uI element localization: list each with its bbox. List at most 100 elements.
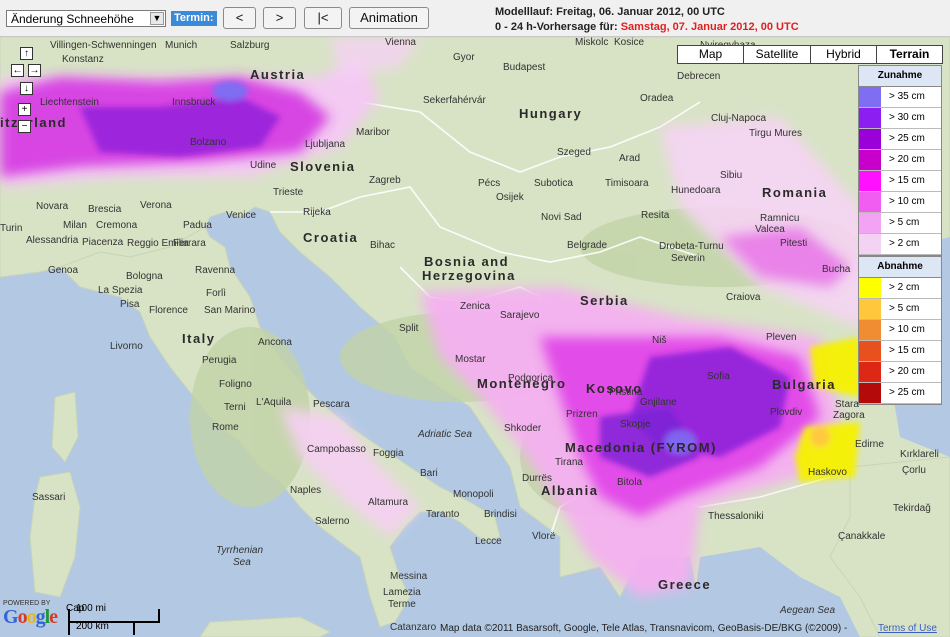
city-label: San Marino — [204, 305, 256, 316]
city-label: Forlì — [206, 288, 226, 299]
city-label: Foligno — [219, 379, 252, 390]
city-label: Belgrade — [567, 240, 608, 251]
city-label: Oradea — [640, 93, 674, 104]
city-label: Vlorë — [532, 531, 556, 542]
city-label: Catanzaro — [390, 622, 437, 633]
city-label: Cremona — [96, 220, 138, 231]
city-label: Timisoara — [605, 178, 649, 189]
map-canvas[interactable]: Austria Slovenia Croatia Hungary Romania… — [0, 37, 950, 637]
increase-label: > 20 cm — [889, 154, 925, 165]
city-label: Kosice — [614, 37, 645, 48]
city-label: Sibiu — [720, 170, 743, 181]
city-label: Thessaloniki — [708, 511, 764, 522]
increase-label: > 2 cm — [889, 238, 920, 249]
decrease-label: > 15 cm — [889, 345, 925, 356]
map-type-map[interactable]: Map — [677, 45, 744, 64]
city-label: Salerno — [315, 516, 350, 527]
city-label: Altamura — [368, 497, 409, 508]
country-label-herzegovina: Herzegovina — [422, 268, 516, 283]
city-label: Sekerfahérvár — [423, 95, 486, 106]
city-label: Prizren — [566, 409, 598, 420]
pan-left-icon[interactable]: ← — [11, 64, 24, 77]
city-label: Bari — [420, 468, 438, 479]
increase-swatch — [859, 108, 881, 128]
city-label: Drobeta-Turnu — [659, 241, 724, 252]
country-label-croatia: Croatia — [303, 230, 359, 245]
map-type-hybrid[interactable]: Hybrid — [810, 45, 877, 64]
city-label: Villingen-Schwenningen — [50, 40, 157, 51]
city-label: L'Aquila — [256, 397, 292, 408]
city-label: Konstanz — [62, 54, 104, 65]
first-button[interactable]: |< — [304, 7, 342, 29]
city-label: Tirgu Mures — [749, 128, 802, 139]
increase-row: > 25 cm — [859, 129, 941, 150]
decrease-swatch — [859, 383, 881, 403]
zoom-in-icon[interactable]: + — [18, 103, 31, 116]
city-label: Ramnicu — [760, 213, 800, 224]
city-label: Messina — [390, 571, 428, 582]
zoom-out-icon[interactable]: − — [18, 120, 31, 133]
country-label-austria: Austria — [250, 67, 306, 82]
legend-decrease-title: Abnahme — [859, 257, 941, 278]
legend-increase-rows: > 35 cm > 30 cm > 25 cm > 20 cm > 15 cm > 10 … — [859, 87, 941, 255]
city-label: Miskolc — [575, 37, 609, 48]
layer-select[interactable]: Änderung Schneehöhe ▼ — [6, 10, 166, 27]
city-label: Verona — [140, 200, 172, 211]
city-label: Çanakkale — [838, 531, 886, 542]
city-label: Sassari — [32, 492, 66, 503]
city-label: Osijek — [496, 192, 524, 203]
country-label-greece: Greece — [658, 577, 712, 592]
city-label: Arad — [619, 153, 641, 164]
city-label: Mostar — [455, 354, 486, 365]
increase-swatch — [859, 234, 881, 254]
decrease-row: > 20 cm — [859, 362, 941, 383]
city-label: Kırklareli — [900, 449, 939, 460]
city-label: Taranto — [426, 509, 460, 520]
map-type-terrain[interactable]: Terrain — [876, 45, 943, 64]
city-label: Gnjilane — [640, 397, 677, 408]
map-type-satellite[interactable]: Satellite — [743, 45, 811, 64]
city-label: Maribor — [356, 127, 390, 138]
animation-button[interactable]: Animation — [349, 7, 429, 29]
city-label: Hunedoara — [671, 185, 721, 196]
city-label: Cluj-Napoca — [711, 113, 767, 124]
increase-label: > 35 cm — [889, 91, 925, 102]
next-button[interactable]: > — [263, 7, 296, 29]
city-label: Bucha — [822, 264, 851, 275]
map-background — [0, 37, 950, 637]
city-label: Stara — [835, 399, 859, 410]
city-label: Zagreb — [369, 175, 401, 186]
city-label: Ljubljana — [305, 139, 346, 150]
city-label: Zagora — [833, 410, 865, 421]
city-label: Durrës — [522, 473, 553, 484]
decrease-swatch — [859, 278, 881, 298]
city-label: Udine — [250, 160, 277, 171]
scale-label-km: 200 km — [76, 621, 109, 632]
city-label: Milan — [63, 220, 87, 231]
city-label: Vienna — [385, 37, 416, 48]
toolbar: Änderung Schneehöhe ▼ Termin: < > |< Ani… — [0, 0, 950, 37]
terms-of-use-link[interactable]: Terms of Use — [878, 623, 937, 634]
city-label: Brescia — [88, 204, 122, 215]
city-label: Novara — [36, 201, 69, 212]
increase-row: > 30 cm — [859, 108, 941, 129]
city-label: Naples — [290, 485, 322, 496]
forecast-date: Samstag, 07. Januar 2012, 00 UTC — [620, 21, 799, 33]
decrease-swatch — [859, 320, 881, 340]
legend-decrease-rows: > 2 cm > 5 cm > 10 cm > 15 cm > 20 cm > 25 cm — [859, 278, 941, 404]
decrease-label: > 5 cm — [889, 303, 920, 314]
sea-label-aegean: Aegean Sea — [780, 605, 836, 616]
pan-right-icon[interactable]: → — [28, 64, 41, 77]
city-label: Piacenza — [82, 237, 124, 248]
city-label: Sofia — [707, 371, 730, 382]
pan-up-icon[interactable]: ↑ — [20, 47, 33, 60]
city-label: Pisa — [120, 299, 140, 310]
decrease-label: > 25 cm — [889, 387, 925, 398]
previous-button[interactable]: < — [223, 7, 256, 29]
decrease-swatch — [859, 299, 881, 319]
chevron-down-icon[interactable]: ▼ — [150, 12, 164, 25]
city-label: Pristina — [609, 387, 643, 398]
pan-down-icon[interactable]: ↓ — [20, 82, 33, 95]
city-label: Podgorica — [508, 373, 554, 384]
city-label: Tirana — [555, 457, 583, 468]
